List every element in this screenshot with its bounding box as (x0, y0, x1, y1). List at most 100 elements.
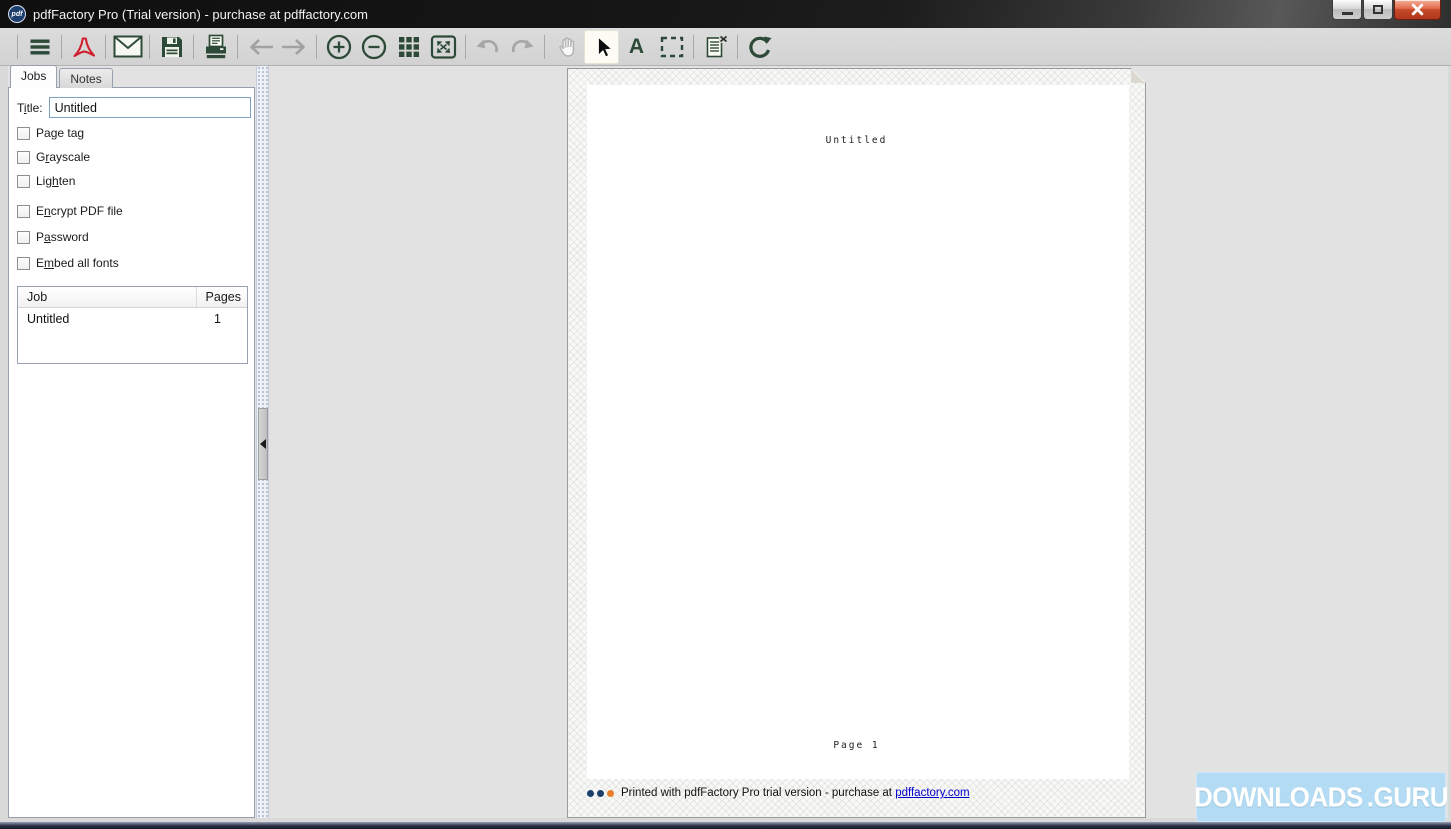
toolbar-separator (544, 34, 545, 59)
watermark-text-right: .GURU (1366, 780, 1449, 813)
toolbar-separator (149, 34, 150, 59)
toolbar-separator (61, 34, 62, 59)
column-header-job[interactable]: Job (18, 287, 197, 307)
acrobat-pdf-button[interactable] (66, 30, 101, 64)
checkbox-box[interactable] (17, 126, 30, 140)
checkbox-password[interactable]: Password (17, 230, 89, 244)
window-title: pdfFactory Pro (Trial version) - purchas… (33, 6, 368, 22)
delete-job-button[interactable] (698, 30, 733, 64)
tab-notes[interactable]: Notes (59, 68, 113, 88)
toolbar-separator (316, 34, 317, 59)
toolbar-separator (193, 34, 194, 59)
checkbox-page-tag[interactable]: Page tag (17, 126, 84, 140)
dot-navy-icon (587, 789, 594, 797)
toolbar-separator (17, 34, 18, 59)
refresh-button[interactable] (742, 30, 777, 64)
splitter-collapse-handle[interactable] (258, 408, 268, 480)
window-controls (1332, 0, 1441, 20)
thumbnail-grid-icon (398, 36, 419, 57)
title-input[interactable] (48, 97, 251, 118)
checkbox-lighten[interactable]: Lighten (17, 174, 75, 188)
checkbox-label: Page tag (36, 126, 85, 140)
close-button[interactable] (1394, 0, 1441, 20)
window-frame-left (0, 66, 8, 818)
checkbox-box[interactable] (17, 230, 30, 244)
save-button[interactable] (154, 30, 189, 64)
hand-icon (558, 36, 574, 57)
checkbox-embed-fonts[interactable]: Embed all fonts (17, 256, 119, 270)
checkbox-encrypt-pdf[interactable]: Encrypt PDF file (17, 204, 123, 218)
printable-area (587, 85, 1129, 779)
job-row[interactable]: Untitled 1 (18, 308, 247, 330)
select-cursor-button[interactable] (584, 29, 619, 64)
marquee-select-button[interactable] (654, 30, 689, 64)
column-header-pages[interactable]: Pages (197, 290, 247, 304)
restore-icon (1373, 5, 1383, 14)
window-frame-bottom (0, 822, 1451, 829)
checkbox-label: Password (36, 230, 89, 244)
dogear-icon (1131, 68, 1146, 83)
page-preview[interactable]: Untitled Page 1 Printed with pdfFactory … (567, 68, 1146, 818)
checkbox-label: Grayscale (36, 150, 91, 164)
title-field-label: Title: (17, 100, 43, 115)
text-tool-icon: A (628, 35, 645, 58)
email-icon (113, 35, 142, 58)
text-tool-button[interactable]: A (619, 30, 654, 64)
jobs-table-header: Job Pages (18, 287, 247, 308)
dot-navy-icon (597, 789, 604, 797)
downloads-guru-watermark[interactable]: DOWNLOADS .GURU (1194, 772, 1449, 822)
undo-icon (476, 39, 499, 52)
restore-button[interactable] (1363, 0, 1393, 20)
forward-button[interactable] (277, 30, 312, 64)
tab-jobs[interactable]: Jobs (10, 65, 58, 88)
back-arrow-icon (249, 38, 273, 55)
back-button[interactable] (242, 30, 277, 64)
menu-button[interactable] (22, 30, 57, 64)
preview-workspace: Untitled Page 1 Printed with pdfFactory … (269, 66, 1448, 818)
checkbox-box[interactable] (17, 204, 30, 218)
toolbar-separator (237, 34, 238, 59)
jobs-table: Job Pages Untitled 1 (17, 286, 248, 364)
trial-notice-text: Printed with pdfFactory Pro trial versio… (621, 787, 896, 799)
title-bar: pdf pdfFactory Pro (Trial version) - pur… (0, 0, 1451, 28)
toolbar: A (0, 28, 1451, 66)
minimize-button[interactable] (1332, 0, 1362, 20)
email-button[interactable] (110, 30, 145, 64)
zoom-out-icon (361, 34, 386, 59)
page-number-text: Page 1 (833, 740, 880, 751)
forward-arrow-icon (281, 38, 305, 55)
print-button[interactable] (198, 30, 233, 64)
document-header-text: Untitled (825, 135, 888, 146)
toolbar-separator (465, 34, 466, 59)
redo-button[interactable] (505, 30, 540, 64)
checkbox-label: Lighten (36, 174, 76, 188)
menu-icon (30, 39, 49, 54)
hand-tool-button[interactable] (549, 30, 584, 64)
pdffactory-link[interactable]: pdffactory.com (895, 787, 969, 799)
checkbox-box[interactable] (17, 150, 30, 164)
refresh-icon (748, 36, 771, 58)
print-icon (205, 34, 226, 58)
checkbox-box[interactable] (17, 256, 30, 270)
fit-page-button[interactable] (426, 30, 461, 64)
jobs-panel: Title: Page tag Grayscale Lighten Encryp… (8, 87, 255, 818)
job-name-cell: Untitled (27, 312, 70, 326)
undo-button[interactable] (470, 30, 505, 64)
panel-splitter[interactable] (256, 66, 269, 818)
minimize-icon (1341, 12, 1353, 15)
checkbox-grayscale[interactable]: Grayscale (17, 150, 90, 164)
close-icon (1411, 3, 1424, 16)
select-cursor-icon (597, 36, 612, 57)
toolbar-separator (105, 34, 106, 59)
thumbnail-grid-button[interactable] (391, 30, 426, 64)
fit-page-icon (430, 34, 457, 59)
marquee-select-icon (660, 36, 683, 57)
zoom-in-button[interactable] (321, 30, 356, 64)
dot-orange-icon (607, 789, 614, 797)
zoom-out-button[interactable] (356, 30, 391, 64)
checkbox-box[interactable] (17, 174, 30, 188)
panel-tabs: Jobs Notes (10, 65, 113, 88)
toolbar-separator (693, 34, 694, 59)
trial-notice: Printed with pdfFactory Pro trial versio… (587, 787, 970, 799)
checkbox-label: Embed all fonts (36, 256, 119, 270)
